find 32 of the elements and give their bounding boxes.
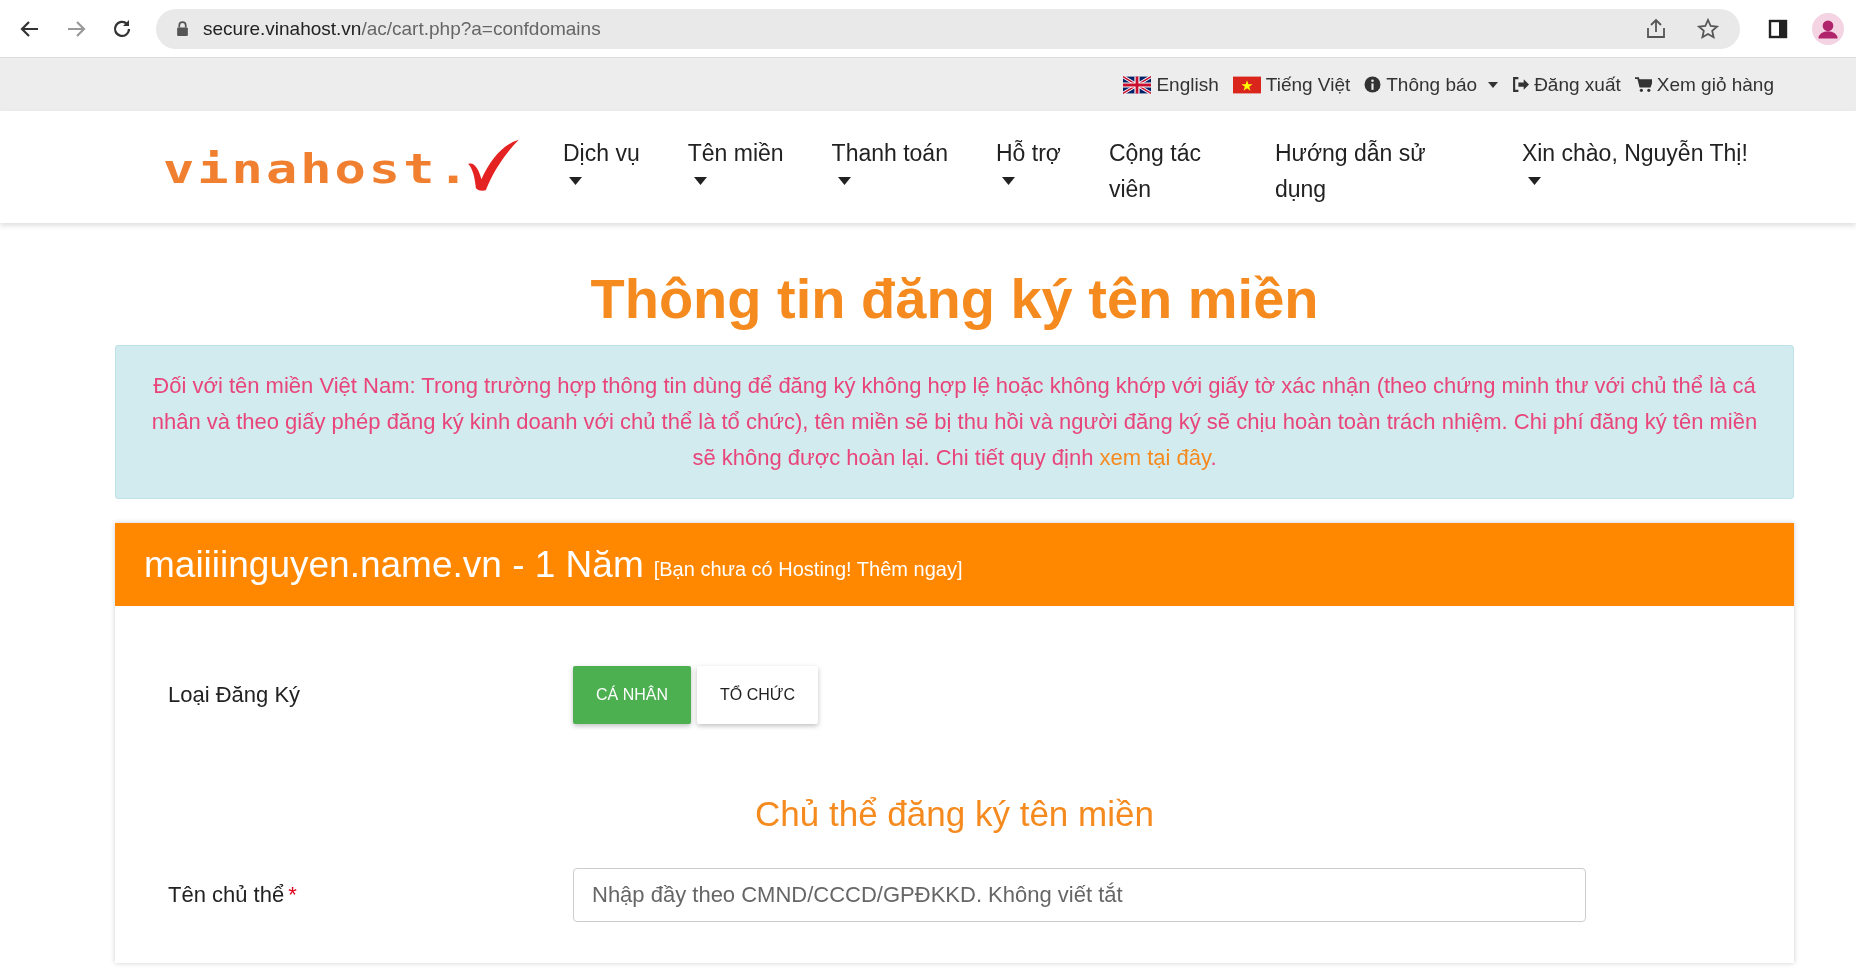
nav-menu-item[interactable]: Dịch vụ (563, 135, 640, 207)
nav-menu-item[interactable]: Xin chào, Nguyễn Thị! (1521, 135, 1748, 207)
field-label: Tên chủ thể (168, 882, 285, 909)
address-bar[interactable]: secure.vinahost.vn/ac/cart.php?a=confdomains (156, 8, 1740, 49)
input-field[interactable]: Nhập đầy theo CMND/CCCD/GPĐKKD. Không viết tắt (573, 868, 1586, 923)
registration-type-button[interactable]: TỔ CHỨC (697, 666, 818, 725)
info-icon (1364, 76, 1382, 93)
required-marker: * (288, 882, 297, 909)
domain-title: maiiiinguyen.name.vn - 1 Năm (144, 543, 644, 586)
section-title: Chủ thể đăng ký tên miền (754, 794, 1155, 835)
profile-icon[interactable] (1812, 12, 1844, 45)
star-icon[interactable] (1696, 16, 1720, 41)
top-bar-link[interactable]: Thông báo (1364, 73, 1499, 96)
uk-flag-icon (1123, 75, 1152, 94)
page-title: Thông tin đăng ký tên miền (589, 267, 1320, 332)
share-icon[interactable] (1644, 16, 1668, 41)
nav-menu-item[interactable]: Cộng tác viên (1108, 135, 1227, 207)
top-bar-link[interactable]: Tiếng Việt (1232, 73, 1351, 96)
cart-icon (1634, 76, 1652, 93)
alert-text: Đối với tên miền Việt Nam: Trong trường hợp thông tin dùng để đăng ký không hợp lệ hoặc không khớp với giấy tờ xác nhận (theo chứng minh thư với chủ thể là cá nhân và theo giấy phép đăng ký kinh doanh với chủ thể là tổ chức), tên miền sẽ bị thu hồi và người đăng ký sẽ chịu hoàn toàn trách nhiệm. Chi phí đăng ký tên miền sẽ không được hoàn lại. Chi tiết quy định xem tại đây. (150, 372, 1759, 473)
nav-menu-item[interactable]: Tên miền (687, 135, 784, 207)
top-bar-link[interactable]: Xem giỏ hàng (1634, 73, 1774, 96)
nav-menu-item[interactable]: Thanh toán (831, 135, 948, 207)
field-label: Loại Đăng Ký (168, 682, 301, 709)
top-bar-link[interactable]: Đăng xuất (1512, 73, 1621, 96)
url-text: secure.vinahost.vn/ac/cart.php?a=confdomains (203, 17, 601, 40)
top-bar-link[interactable]: English (1123, 73, 1219, 96)
logout-icon (1512, 76, 1530, 93)
nav-menu-item[interactable]: Hướng dẫn sử dụng (1274, 135, 1450, 207)
nav-menu-item[interactable]: Hỗ trợ (995, 135, 1061, 207)
lock-icon (176, 21, 189, 36)
vietnam-flag-icon (1232, 75, 1261, 94)
